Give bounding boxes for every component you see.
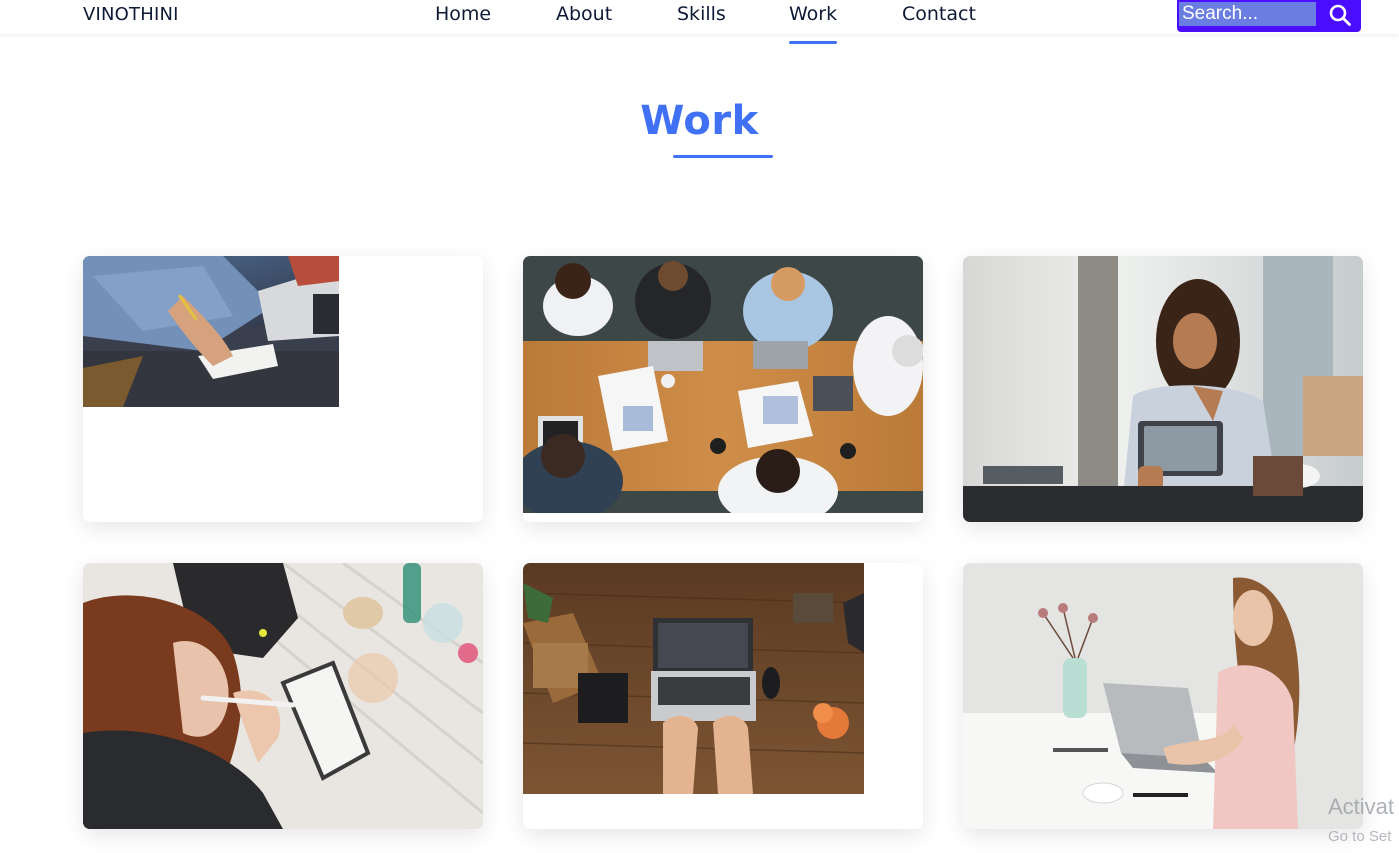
work-card-2[interactable]	[523, 256, 923, 522]
hand-writing-notes-laptop-photo	[83, 256, 339, 407]
nav-about[interactable]: About	[556, 3, 612, 43]
work-card-4[interactable]	[83, 563, 483, 829]
woman-typing-laptop-white-desk-photo	[963, 563, 1363, 829]
site-header: VINOTHINI Home About Skills Work Contact	[0, 0, 1399, 44]
title-underline	[673, 155, 773, 158]
nav-work[interactable]: Work	[789, 3, 838, 44]
team-meeting-handshake-table-photo	[523, 256, 923, 513]
work-card-3[interactable]	[963, 256, 1363, 522]
nav-contact[interactable]: Contact	[902, 3, 976, 43]
hands-typing-laptop-wooden-desk-photo	[523, 563, 864, 794]
woman-with-pen-desk-topview-photo	[83, 563, 483, 829]
work-card-1[interactable]	[83, 256, 483, 522]
work-card-6[interactable]	[963, 563, 1363, 829]
woman-using-tablet-office-photo	[963, 256, 1363, 522]
search-button[interactable]	[1320, 0, 1360, 30]
section-title: Work	[640, 98, 759, 144]
work-card-5[interactable]	[523, 563, 923, 829]
site-logo[interactable]: VINOTHINI	[83, 4, 179, 25]
activation-watermark-title: Activat	[1328, 794, 1395, 819]
search-icon	[1329, 4, 1351, 26]
nav-home[interactable]: Home	[435, 3, 491, 43]
activation-watermark-subtitle: Go to Set	[1328, 828, 1392, 845]
nav-skills[interactable]: Skills	[677, 3, 726, 43]
search-input[interactable]	[1179, 2, 1316, 26]
search-box	[1177, 0, 1361, 32]
